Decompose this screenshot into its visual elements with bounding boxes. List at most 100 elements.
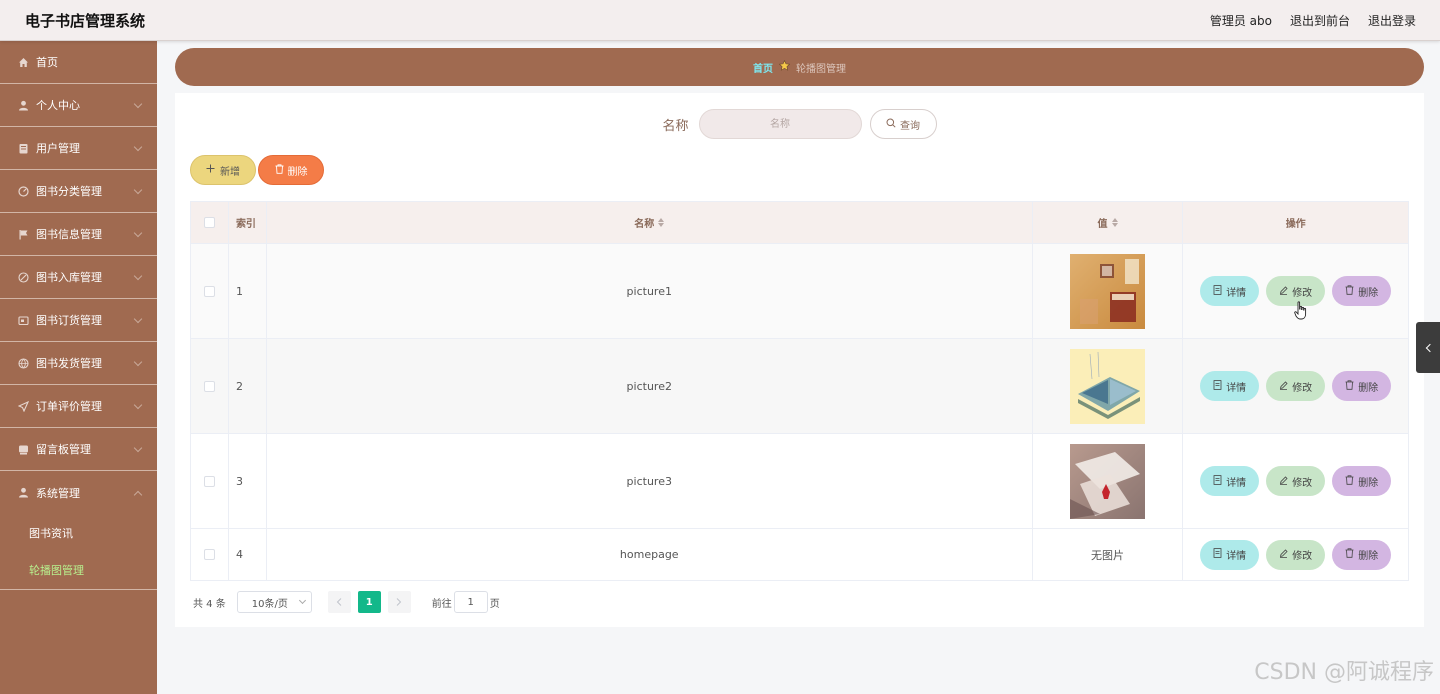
row-index: 3 bbox=[229, 434, 267, 528]
delete-button[interactable]: 删除 bbox=[1332, 466, 1392, 496]
goto-prefix: 前往 bbox=[431, 598, 452, 610]
table-row: 3 picture3 详情 修改 删除 bbox=[191, 434, 1408, 529]
chevron-down-icon bbox=[133, 228, 143, 238]
edit-button[interactable]: 修改 bbox=[1266, 371, 1326, 401]
sidebar-item-home[interactable]: 首页 bbox=[0, 41, 157, 84]
edit-label: 修改 bbox=[1292, 477, 1313, 489]
select-all-checkbox[interactable] bbox=[203, 217, 215, 228]
sidebar-item-label: 订单评价管理 bbox=[36, 400, 102, 413]
sidebar-item-label: 用户管理 bbox=[36, 142, 80, 155]
row-checkbox[interactable] bbox=[203, 549, 215, 560]
delete-button[interactable]: 删除 bbox=[1332, 539, 1392, 570]
home-icon bbox=[18, 57, 29, 68]
page-goto: 前往 页 bbox=[432, 591, 500, 613]
sort-icon[interactable] bbox=[658, 218, 665, 227]
add-button[interactable]: 新增 bbox=[190, 155, 256, 185]
page-size-value: 10条/页 bbox=[251, 598, 288, 610]
carousel-image-thumbnail[interactable] bbox=[1070, 443, 1145, 519]
send-icon bbox=[18, 400, 29, 412]
header-actions: 管理员 abo 退出到前台 退出登录 bbox=[1210, 12, 1416, 29]
sidebar-item-label: 图书发货管理 bbox=[36, 357, 102, 370]
row-checkbox[interactable] bbox=[203, 380, 215, 392]
add-button-label: 新增 bbox=[220, 166, 240, 178]
goto-suffix: 页 bbox=[489, 598, 500, 610]
category-icon bbox=[18, 185, 29, 197]
sidebar-item-book-stock-in[interactable]: 图书入库管理 bbox=[0, 256, 157, 299]
warehouse-icon bbox=[18, 271, 29, 283]
chevron-down-icon bbox=[298, 596, 306, 605]
sidebar-item-book-shipping[interactable]: 图书发货管理 bbox=[0, 342, 157, 385]
edit-label: 修改 bbox=[1292, 551, 1313, 562]
sidebar-item-personal-center[interactable]: 个人中心 bbox=[0, 84, 157, 127]
table-row: 4 homepage 无图片 详情 修改 删除 bbox=[191, 529, 1408, 580]
header-value[interactable]: 值 bbox=[1033, 202, 1184, 243]
detail-button[interactable]: 详情 bbox=[1200, 276, 1260, 306]
order-icon bbox=[18, 315, 29, 326]
page-size-select[interactable]: 10条/页 bbox=[236, 591, 312, 613]
row-name: picture1 bbox=[267, 244, 1033, 338]
shipping-icon bbox=[18, 357, 29, 369]
row-checkbox[interactable] bbox=[203, 285, 215, 297]
edit-label: 修改 bbox=[1292, 287, 1313, 299]
pencil-icon bbox=[1279, 475, 1288, 488]
sidebar-item-book-category[interactable]: 图书分类管理 bbox=[0, 170, 157, 213]
sidebar-item-system-management[interactable]: 系统管理 bbox=[0, 471, 157, 514]
delete-button-label: 删除 bbox=[287, 166, 308, 178]
trash-icon bbox=[1345, 284, 1354, 298]
sort-icon[interactable] bbox=[1111, 218, 1118, 227]
page-number-current[interactable]: 1 bbox=[357, 591, 381, 613]
row-index: 4 bbox=[229, 529, 267, 580]
edit-button[interactable]: 修改 bbox=[1266, 466, 1326, 496]
goto-page-input[interactable] bbox=[453, 591, 488, 613]
sidebar-item-book-info[interactable]: 图书信息管理 bbox=[0, 213, 157, 256]
sidebar-item-user-management[interactable]: 用户管理 bbox=[0, 127, 157, 170]
next-page-button[interactable] bbox=[387, 591, 411, 613]
trash-icon bbox=[275, 163, 284, 177]
users-icon bbox=[18, 143, 29, 154]
detail-button[interactable]: 详情 bbox=[1200, 539, 1260, 570]
side-panel-toggle[interactable] bbox=[1416, 322, 1440, 373]
row-index: 2 bbox=[229, 339, 267, 433]
sidebar-item-label: 图书信息管理 bbox=[36, 228, 102, 241]
chevron-left-icon bbox=[1425, 343, 1434, 352]
sidebar-item-label: 系统管理 bbox=[36, 486, 80, 500]
breadcrumb-current: 轮播图管理 bbox=[796, 63, 846, 75]
exit-to-front-link[interactable]: 退出到前台 bbox=[1290, 12, 1350, 29]
detail-button[interactable]: 详情 bbox=[1200, 371, 1260, 401]
search-icon bbox=[886, 118, 896, 131]
header-name[interactable]: 名称 bbox=[267, 202, 1033, 243]
sidebar-subitem-carousel[interactable]: 轮播图管理 bbox=[0, 551, 157, 588]
carousel-image-thumbnail[interactable] bbox=[1070, 253, 1145, 329]
row-checkbox[interactable] bbox=[203, 475, 215, 487]
batch-delete-button[interactable]: 删除 bbox=[258, 155, 324, 185]
search-button-label: 查询 bbox=[900, 120, 920, 132]
sidebar-subitem-book-news[interactable]: 图书资讯 bbox=[0, 514, 157, 551]
chevron-down-icon bbox=[133, 314, 143, 324]
trash-icon bbox=[1345, 379, 1354, 393]
document-icon bbox=[1213, 379, 1222, 393]
detail-button[interactable]: 详情 bbox=[1200, 466, 1260, 496]
header-ops: 操作 bbox=[1285, 219, 1306, 230]
system-icon bbox=[18, 487, 29, 498]
watermark: CSDN @阿诚程序 bbox=[1254, 660, 1434, 685]
document-icon bbox=[1213, 284, 1222, 298]
delete-button[interactable]: 删除 bbox=[1332, 276, 1392, 306]
chevron-down-icon bbox=[133, 443, 143, 453]
table-row: 2 picture2 详情 修改 删除 bbox=[191, 339, 1408, 434]
logout-link[interactable]: 退出登录 bbox=[1368, 12, 1416, 29]
search-button[interactable]: 查询 bbox=[869, 109, 937, 139]
row-name: picture2 bbox=[267, 339, 1033, 433]
sidebar-item-message-board[interactable]: 留言板管理 bbox=[0, 428, 157, 471]
sidebar-item-book-ordering[interactable]: 图书订货管理 bbox=[0, 299, 157, 342]
sidebar-item-label: 图书入库管理 bbox=[36, 271, 102, 284]
prev-page-button[interactable] bbox=[327, 591, 351, 613]
edit-button[interactable]: 修改 bbox=[1266, 539, 1326, 570]
carousel-image-thumbnail[interactable] bbox=[1070, 348, 1145, 424]
sidebar-item-label: 个人中心 bbox=[36, 99, 80, 112]
sidebar-item-label: 图书订货管理 bbox=[36, 314, 102, 327]
delete-button[interactable]: 删除 bbox=[1332, 371, 1392, 401]
sidebar-item-order-review[interactable]: 订单评价管理 bbox=[0, 385, 157, 428]
edit-label: 修改 bbox=[1292, 382, 1313, 394]
search-input[interactable] bbox=[698, 109, 862, 139]
breadcrumb-home-link[interactable]: 首页 bbox=[753, 60, 773, 75]
